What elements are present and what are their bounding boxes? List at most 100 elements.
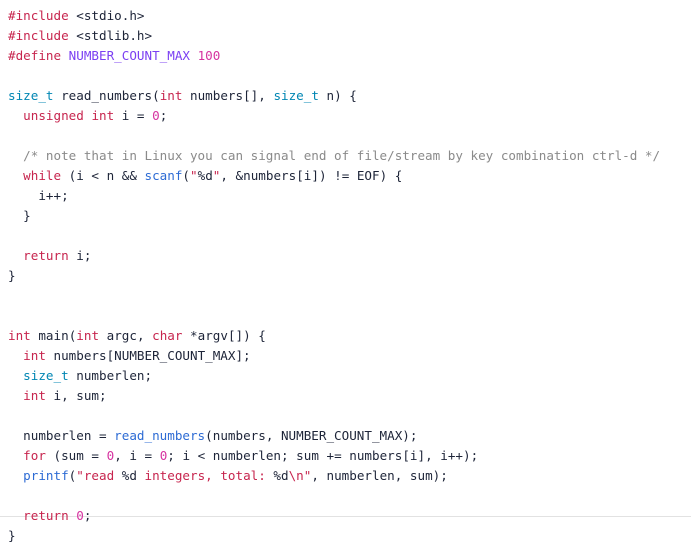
code-token-plain: , i = bbox=[114, 448, 160, 463]
code-token-fmt: %d bbox=[121, 468, 137, 483]
code-token-plain: ( bbox=[182, 168, 191, 183]
code-token-kw: int bbox=[159, 88, 183, 103]
code-token-fn: read_numbers bbox=[114, 428, 206, 443]
code-token-fmt: %d bbox=[197, 168, 213, 183]
code-token-plain: main bbox=[38, 328, 69, 343]
code-token-pre: #include bbox=[8, 8, 69, 23]
code-token-plain: } bbox=[8, 268, 16, 283]
code-token-plain: } bbox=[8, 208, 31, 223]
code-line: printf("read %d integers, total: %d\n", … bbox=[8, 466, 691, 486]
code-line: } bbox=[8, 266, 691, 286]
code-line: int i, sum; bbox=[8, 386, 691, 406]
code-token-plain: numbers[NUMBER_COUNT_MAX]; bbox=[45, 348, 251, 363]
code-line: return i; bbox=[8, 246, 691, 266]
code-line: int numbers[NUMBER_COUNT_MAX]; bbox=[8, 346, 691, 366]
code-token-kw: while bbox=[23, 168, 62, 183]
code-token-plain: ; i < numberlen; sum += numbers[i], i++)… bbox=[167, 448, 479, 463]
code-token-plain: i, sum; bbox=[45, 388, 107, 403]
code-token-plain: i; bbox=[68, 248, 92, 263]
code-token-inc: <stdlib.h> bbox=[76, 28, 153, 43]
code-token-plain: ; bbox=[83, 508, 92, 523]
code-line: /* note that in Linux you can signal end… bbox=[8, 146, 691, 166]
code-token-type: size_t bbox=[23, 368, 69, 383]
code-token-kw: int bbox=[23, 348, 46, 363]
code-line: #define NUMBER_COUNT_MAX 100 bbox=[8, 46, 691, 66]
code-line: #include <stdlib.h> bbox=[8, 26, 691, 46]
code-token-kw: int bbox=[76, 328, 100, 343]
code-token-plain: } bbox=[8, 528, 16, 543]
code-token-str: "read bbox=[76, 468, 122, 483]
code-line: } bbox=[8, 206, 691, 226]
code-token-num: 0 bbox=[76, 508, 84, 523]
code-token-fn: printf bbox=[23, 468, 69, 483]
code-token-kw: unsigned bbox=[23, 108, 84, 123]
code-line: numberlen = read_numbers(numbers, NUMBER… bbox=[8, 426, 691, 446]
code-token-plain: , &numbers[i]) != EOF) { bbox=[220, 168, 403, 183]
code-token-plain: i++; bbox=[8, 188, 69, 203]
code-token-str: " bbox=[190, 168, 198, 183]
code-line: size_t read_numbers(int numbers[], size_… bbox=[8, 86, 691, 106]
code-token-plain: argc, bbox=[99, 328, 153, 343]
code-token-num: 100 bbox=[197, 48, 221, 63]
code-line: size_t numberlen; bbox=[8, 366, 691, 386]
code-line: return 0; bbox=[8, 506, 691, 526]
code-token-plain: n) { bbox=[318, 88, 357, 103]
code-token-plain: (i < n && bbox=[61, 168, 145, 183]
code-token-plain: numberlen = bbox=[8, 428, 115, 443]
code-token-kw: char bbox=[152, 328, 183, 343]
code-token-num: 0 bbox=[152, 108, 160, 123]
code-token-fmt: %d bbox=[273, 468, 289, 483]
code-token-str: \n" bbox=[288, 468, 312, 483]
code-token-kw: for bbox=[23, 448, 46, 463]
code-token-plain: i = bbox=[114, 108, 153, 123]
code-token-plain: ; bbox=[159, 108, 168, 123]
code-line: } bbox=[8, 526, 691, 546]
code-token-kw: return bbox=[23, 508, 69, 523]
code-token-pre: #include bbox=[8, 28, 69, 43]
code-token-kw: int bbox=[23, 388, 46, 403]
code-token-pre: #define bbox=[8, 48, 62, 63]
code-token-type: size_t bbox=[273, 88, 319, 103]
code-token-type: size_t bbox=[8, 88, 54, 103]
code-token-plain: , numberlen, sum); bbox=[311, 468, 448, 483]
code-line: i++; bbox=[8, 186, 691, 206]
code-token-plain: (numbers, NUMBER_COUNT_MAX); bbox=[205, 428, 418, 443]
code-viewer[interactable]: #include <stdio.h> #include <stdlib.h> #de… bbox=[0, 0, 691, 543]
code-token-fn: scanf bbox=[144, 168, 183, 183]
code-token-str: integers, total: bbox=[136, 468, 274, 483]
code-token-inc: <stdio.h> bbox=[76, 8, 145, 23]
code-token-plain: numberlen; bbox=[68, 368, 153, 383]
code-token-plain: numbers[], bbox=[182, 88, 274, 103]
code-line: unsigned int i = 0; bbox=[8, 106, 691, 126]
code-token-com: /* note that in Linux you can signal end… bbox=[23, 148, 661, 163]
code-token-kw: return bbox=[23, 248, 69, 263]
code-line: for (sum = 0, i = 0; i < numberlen; sum … bbox=[8, 446, 691, 466]
code-token-plain: *argv[]) { bbox=[182, 328, 266, 343]
code-line: #include <stdio.h> bbox=[8, 6, 691, 26]
code-token-plain: (sum = bbox=[45, 448, 107, 463]
code-line: int main(int argc, char *argv[]) { bbox=[8, 326, 691, 346]
code-token-plain: read_numbers bbox=[61, 88, 153, 103]
code-token-macro: NUMBER_COUNT_MAX bbox=[68, 48, 190, 63]
code-token-kw: int bbox=[91, 108, 115, 123]
code-token-kw: int bbox=[8, 328, 31, 343]
